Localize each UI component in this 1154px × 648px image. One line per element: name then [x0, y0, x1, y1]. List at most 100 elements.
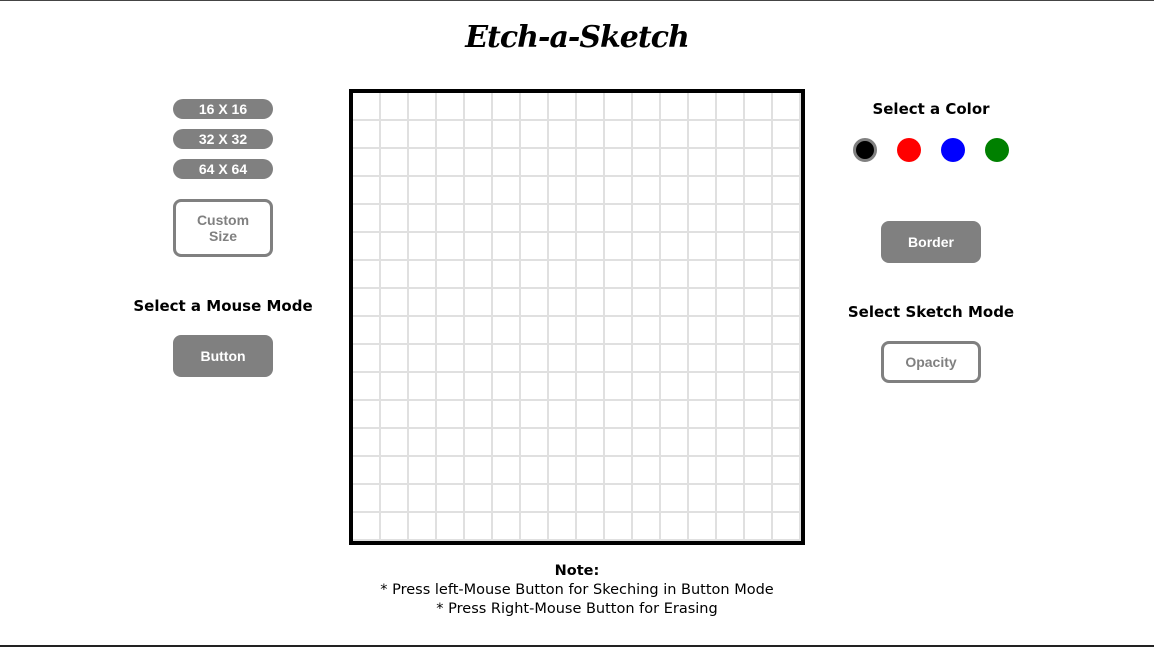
grid-cell[interactable] [689, 121, 717, 149]
grid-cell[interactable] [493, 429, 521, 457]
grid-cell[interactable] [689, 345, 717, 373]
grid-cell[interactable] [745, 121, 773, 149]
grid-cell[interactable] [773, 401, 801, 429]
grid-cell[interactable] [521, 233, 549, 261]
grid-cell[interactable] [689, 233, 717, 261]
grid-cell[interactable] [549, 205, 577, 233]
grid-cell[interactable] [745, 345, 773, 373]
grid-cell[interactable] [549, 485, 577, 513]
grid-cell[interactable] [549, 93, 577, 121]
grid-cell[interactable] [605, 205, 633, 233]
grid-cell[interactable] [353, 149, 381, 177]
grid-cell[interactable] [717, 261, 745, 289]
grid-cell[interactable] [773, 429, 801, 457]
grid-cell[interactable] [661, 205, 689, 233]
grid-cell[interactable] [521, 401, 549, 429]
grid-cell[interactable] [717, 457, 745, 485]
grid-cell[interactable] [493, 373, 521, 401]
grid-cell[interactable] [605, 93, 633, 121]
grid-cell[interactable] [465, 261, 493, 289]
grid-cell[interactable] [493, 513, 521, 541]
grid-cell[interactable] [549, 373, 577, 401]
grid-cell[interactable] [661, 345, 689, 373]
grid-cell[interactable] [409, 457, 437, 485]
grid-cell[interactable] [437, 261, 465, 289]
grid-cell[interactable] [633, 373, 661, 401]
grid-cell[interactable] [381, 233, 409, 261]
grid-cell[interactable] [381, 513, 409, 541]
grid-cell[interactable] [437, 205, 465, 233]
grid-cell[interactable] [353, 373, 381, 401]
grid-cell[interactable] [409, 289, 437, 317]
grid-cell[interactable] [745, 457, 773, 485]
grid-cell[interactable] [773, 289, 801, 317]
grid-cell[interactable] [521, 289, 549, 317]
grid-cell[interactable] [605, 289, 633, 317]
grid-cell[interactable] [689, 485, 717, 513]
grid-cell[interactable] [717, 289, 745, 317]
grid-cell[interactable] [353, 289, 381, 317]
grid-cell[interactable] [577, 233, 605, 261]
grid-cell[interactable] [577, 401, 605, 429]
grid-cell[interactable] [493, 261, 521, 289]
grid-cell[interactable] [353, 205, 381, 233]
grid-cell[interactable] [493, 93, 521, 121]
grid-cell[interactable] [605, 513, 633, 541]
grid-cell[interactable] [773, 317, 801, 345]
grid-cell[interactable] [717, 513, 745, 541]
grid-cell[interactable] [661, 93, 689, 121]
grid-cell[interactable] [633, 485, 661, 513]
border-toggle-button[interactable]: Border [881, 221, 981, 263]
grid-cell[interactable] [409, 121, 437, 149]
grid-cell[interactable] [465, 149, 493, 177]
grid-cell[interactable] [493, 485, 521, 513]
grid-cell[interactable] [493, 233, 521, 261]
grid-cell[interactable] [689, 317, 717, 345]
grid-cell[interactable] [717, 233, 745, 261]
grid-cell[interactable] [437, 401, 465, 429]
grid-cell[interactable] [745, 289, 773, 317]
grid-cell[interactable] [633, 93, 661, 121]
grid-cell[interactable] [689, 149, 717, 177]
grid-cell[interactable] [437, 121, 465, 149]
grid-cell[interactable] [577, 513, 605, 541]
grid-cell[interactable] [493, 317, 521, 345]
grid-cell[interactable] [773, 261, 801, 289]
grid-cell[interactable] [577, 177, 605, 205]
custom-size-button[interactable]: Custom Size [173, 199, 273, 257]
grid-cell[interactable] [465, 429, 493, 457]
grid-cell[interactable] [381, 177, 409, 205]
grid-cell[interactable] [661, 261, 689, 289]
grid-cell[interactable] [661, 289, 689, 317]
grid-cell[interactable] [605, 457, 633, 485]
size-64-button[interactable]: 64 X 64 [173, 159, 273, 179]
grid-cell[interactable] [465, 289, 493, 317]
grid-cell[interactable] [465, 513, 493, 541]
grid-cell[interactable] [717, 345, 745, 373]
grid-cell[interactable] [549, 289, 577, 317]
grid-cell[interactable] [521, 317, 549, 345]
grid-cell[interactable] [577, 457, 605, 485]
grid-cell[interactable] [633, 317, 661, 345]
grid-cell[interactable] [353, 233, 381, 261]
grid-cell[interactable] [493, 177, 521, 205]
grid-cell[interactable] [717, 401, 745, 429]
grid-cell[interactable] [633, 233, 661, 261]
grid-cell[interactable] [689, 93, 717, 121]
grid-cell[interactable] [773, 177, 801, 205]
grid-cell[interactable] [381, 457, 409, 485]
grid-cell[interactable] [661, 373, 689, 401]
grid-cell[interactable] [773, 233, 801, 261]
grid-cell[interactable] [661, 177, 689, 205]
grid-cell[interactable] [409, 429, 437, 457]
grid-cell[interactable] [465, 345, 493, 373]
grid-cell[interactable] [577, 261, 605, 289]
grid-cell[interactable] [353, 345, 381, 373]
grid-cell[interactable] [493, 121, 521, 149]
grid-cell[interactable] [521, 177, 549, 205]
grid-cell[interactable] [381, 401, 409, 429]
grid-cell[interactable] [577, 429, 605, 457]
grid-cell[interactable] [717, 149, 745, 177]
grid-cell[interactable] [745, 261, 773, 289]
grid-cell[interactable] [437, 149, 465, 177]
